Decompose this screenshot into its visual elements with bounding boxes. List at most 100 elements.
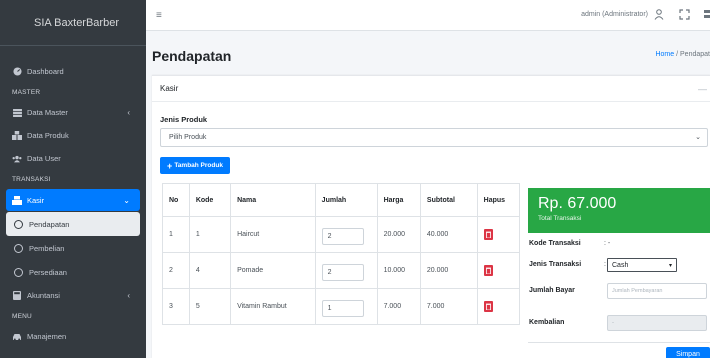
- breadcrumb-home-link[interactable]: Home: [655, 51, 674, 58]
- transaction-type-value: Cash: [612, 261, 629, 269]
- user-icon[interactable]: [654, 9, 664, 22]
- quantity-input[interactable]: 2: [321, 264, 364, 281]
- total-transaction-box: Rp. 67.000 Total Transaksi: [528, 188, 710, 233]
- cash-register-icon: [12, 195, 22, 205]
- column-header: Jumlah: [314, 183, 378, 217]
- users-icon: [12, 154, 22, 164]
- cell-hapus: [476, 252, 521, 289]
- cell-kode: 4: [188, 252, 232, 289]
- breadcrumb: Home / Pendapat: [655, 51, 710, 58]
- sidebar-item-pembelian[interactable]: Pembelian: [0, 236, 146, 260]
- sidebar-item-pendapatan[interactable]: Pendapatan: [6, 212, 140, 236]
- sidebar-item-data-user[interactable]: Data User: [0, 147, 146, 170]
- trash-icon[interactable]: [483, 301, 493, 312]
- cell-harga: 20.000: [376, 216, 421, 253]
- jenis-produk-label: Jenis Produk: [160, 115, 208, 124]
- sidebar-item-persediaan[interactable]: Persediaan: [0, 260, 146, 284]
- sidebar-item-akuntansi[interactable]: Akuntansi ‹: [0, 284, 146, 307]
- sidebar-item-label: Data Master: [27, 108, 68, 117]
- cell-no: 3: [162, 288, 190, 325]
- jenis-transaksi-label: Jenis Transaksi: [529, 261, 582, 268]
- chevron-down-icon: ⌄: [695, 134, 701, 141]
- transaction-type-select[interactable]: Cash ▾: [607, 258, 677, 272]
- sidebar-item-label: Data Produk: [27, 131, 69, 140]
- column-header: Subtotal: [419, 183, 478, 217]
- cell-jumlah: 2: [314, 252, 378, 289]
- chevron-down-icon: ▾: [668, 263, 672, 269]
- product-select[interactable]: Pilih Produk ⌄: [160, 128, 708, 147]
- cell-harga: 10.000: [376, 252, 421, 289]
- menu-toggle-icon[interactable]: ≡: [156, 10, 162, 21]
- cell-no: 1: [162, 216, 190, 253]
- brand-logo-text[interactable]: SIA BaxterBarber: [0, 0, 146, 46]
- cell-kode: 1: [188, 216, 232, 253]
- circle-icon: [14, 267, 23, 277]
- breadcrumb-current: Pendapat: [680, 51, 710, 58]
- cell-nama: Pomade: [230, 252, 316, 289]
- user-name[interactable]: admin (Administrator): [581, 11, 648, 18]
- add-product-label: Tambah Produk: [174, 162, 223, 169]
- sidebar: SIA BaxterBarber Dashboard MASTER Data M…: [0, 0, 146, 358]
- column-header: Hapus: [476, 183, 521, 217]
- total-label: Total Transaksi: [538, 215, 582, 222]
- kasir-card: Kasir — Jenis Produk Pilih Produk ⌄ + Ta…: [152, 75, 710, 358]
- table-row: 2 4 Pomade 2 10.000 20.000: [162, 252, 521, 289]
- cell-subtotal: 7.000: [419, 288, 478, 325]
- sidebar-item-label: Data User: [27, 154, 61, 163]
- sidebar-item-kasir[interactable]: Kasir ⌄: [6, 189, 140, 211]
- cell-kode: 5: [188, 288, 232, 325]
- sidebar-item-label: Manajemen: [27, 332, 67, 341]
- sidebar-nav: Dashboard MASTER Data Master ‹ Data Prod…: [0, 46, 146, 348]
- change-field: -: [607, 315, 707, 331]
- collapse-icon[interactable]: —: [698, 84, 707, 94]
- cell-subtotal: 40.000: [419, 216, 478, 253]
- sidebar-item-manajemen[interactable]: Manajemen: [0, 325, 146, 348]
- plus-icon: +: [167, 160, 173, 171]
- product-select-value: Pilih Produk: [169, 134, 207, 141]
- nav-header-menu: MENU: [12, 312, 32, 320]
- boxes-icon: [12, 131, 22, 141]
- chevron-down-icon: ⌄: [123, 195, 130, 205]
- cell-subtotal: 20.000: [419, 252, 478, 289]
- sidebar-item-data-produk[interactable]: Data Produk: [0, 124, 146, 147]
- sidebar-item-label: Pembelian: [29, 243, 65, 253]
- calculator-icon: [12, 291, 22, 301]
- cell-nama: Vitamin Rambut: [230, 288, 316, 325]
- cell-no: 2: [162, 252, 190, 289]
- sidebar-item-label: Persediaan: [29, 267, 67, 277]
- cart-table: No Kode Nama Jumlah Harga Subtotal Hapus…: [162, 183, 521, 325]
- kode-transaksi-label: Kode Transaksi: [529, 240, 581, 247]
- quantity-input[interactable]: 1: [321, 300, 364, 317]
- nav-header-transaksi: TRANSAKSI: [12, 175, 51, 183]
- sidebar-item-data-master[interactable]: Data Master ‹: [0, 101, 146, 124]
- table-row: 3 5 Vitamin Rambut 1 7.000 7.000: [162, 288, 521, 325]
- dashboard-icon: [12, 67, 22, 77]
- add-product-button[interactable]: + Tambah Produk: [160, 157, 230, 174]
- cell-nama: Haircut: [230, 216, 316, 253]
- sidebar-item-label: Pendapatan: [29, 219, 70, 229]
- cell-hapus: [476, 216, 521, 253]
- page-title: Pendapatan: [152, 48, 232, 64]
- column-header: Nama: [230, 183, 316, 217]
- table-icon: [12, 108, 22, 118]
- kembalian-label: Kembalian: [529, 319, 565, 326]
- save-button[interactable]: Simpan: [666, 347, 710, 358]
- jenis-transaksi-prefix: :: [604, 261, 606, 268]
- cell-jumlah: 1: [314, 288, 378, 325]
- top-navbar: ≡ admin (Administrator): [146, 0, 710, 31]
- payment-amount-input[interactable]: Jumlah Pembayaran: [607, 283, 707, 299]
- card-title: Kasir: [152, 76, 710, 102]
- jumlah-bayar-label: Jumlah Bayar: [529, 287, 575, 294]
- quantity-input[interactable]: 2: [321, 228, 364, 245]
- sidebar-item-dashboard[interactable]: Dashboard: [0, 60, 146, 83]
- trash-icon[interactable]: [483, 229, 493, 240]
- total-amount: Rp. 67.000: [538, 195, 617, 212]
- fullscreen-icon[interactable]: [679, 9, 690, 22]
- column-header: Harga: [376, 183, 421, 217]
- table-row: 1 1 Haircut 2 20.000 40.000: [162, 216, 521, 253]
- circle-icon: [14, 219, 23, 229]
- chevron-left-icon: ‹: [127, 291, 130, 300]
- control-sidebar-icon[interactable]: [704, 9, 710, 22]
- cell-jumlah: 2: [314, 216, 378, 253]
- trash-icon[interactable]: [483, 265, 493, 276]
